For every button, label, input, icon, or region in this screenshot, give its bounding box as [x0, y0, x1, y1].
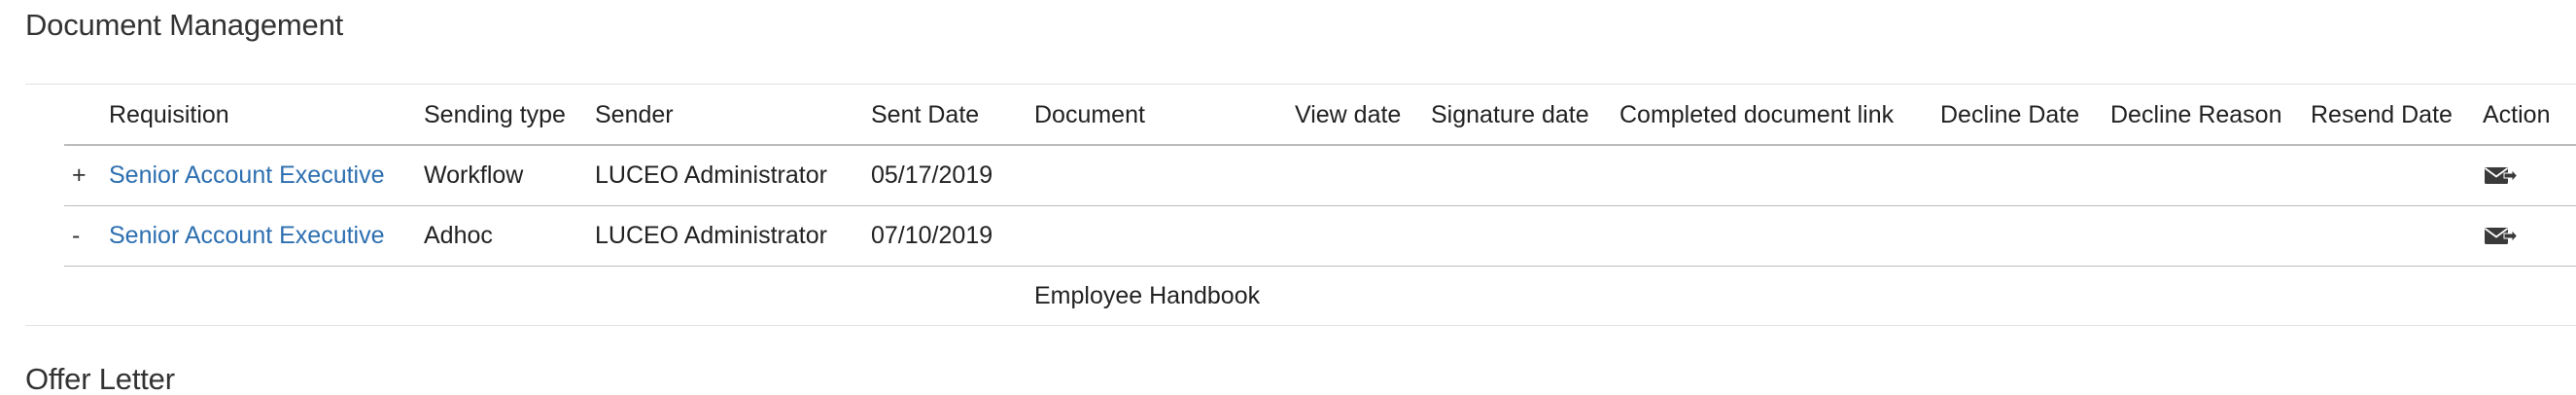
sending-type-value: Adhoc — [424, 222, 493, 249]
column-header-action: Action — [2483, 101, 2551, 128]
section-title-document-management: Document Management — [25, 8, 344, 42]
column-header-document: Document — [1034, 101, 1145, 128]
table-row: + Senior Account Executive Workflow LUCE… — [64, 146, 2576, 206]
expand-row-toggle[interactable]: + — [72, 146, 87, 204]
column-header-decline-reason: Decline Reason — [2110, 101, 2282, 128]
requisition-link[interactable]: Senior Account Executive — [109, 206, 385, 265]
sent-date-value: 05/17/2019 — [871, 162, 993, 189]
column-header-resend-date: Resend Date — [2311, 101, 2453, 128]
column-header-sent-date: Sent Date — [871, 101, 980, 128]
column-header-requisition: Requisition — [109, 101, 229, 128]
column-header-signature-date: Signature date — [1431, 101, 1589, 128]
column-header-sending-type: Sending type — [424, 101, 566, 128]
sender-value: LUCEO Administrator — [595, 222, 827, 249]
document-name: Employee Handbook — [1034, 282, 1261, 309]
expanded-detail-row: Employee Handbook — [64, 267, 2576, 325]
sender-value: LUCEO Administrator — [595, 162, 827, 189]
document-management-page: Document Management Requisition Sending … — [0, 0, 2576, 395]
send-envelope-icon[interactable] — [2484, 226, 2519, 247]
requisition-link[interactable]: Senior Account Executive — [109, 146, 385, 204]
sending-type-value: Workflow — [424, 162, 524, 189]
collapse-row-toggle[interactable]: - — [72, 206, 80, 265]
send-envelope-icon[interactable] — [2484, 165, 2519, 187]
table-row: - Senior Account Executive Adhoc LUCEO A… — [64, 206, 2576, 267]
section-title-offer-letter: Offer Letter — [25, 362, 175, 395]
table-header-row: Requisition Sending type Sender Sent Dat… — [64, 86, 2576, 146]
document-table: Requisition Sending type Sender Sent Dat… — [64, 86, 2576, 325]
column-header-view-date: View date — [1295, 101, 1402, 128]
column-header-decline-date: Decline Date — [1940, 101, 2080, 128]
sent-date-value: 07/10/2019 — [871, 222, 993, 249]
section-divider-bottom — [25, 325, 2576, 326]
column-header-completed-document-link: Completed document link — [1619, 101, 1895, 128]
section-divider-top — [25, 84, 2576, 85]
column-header-sender: Sender — [595, 101, 674, 128]
